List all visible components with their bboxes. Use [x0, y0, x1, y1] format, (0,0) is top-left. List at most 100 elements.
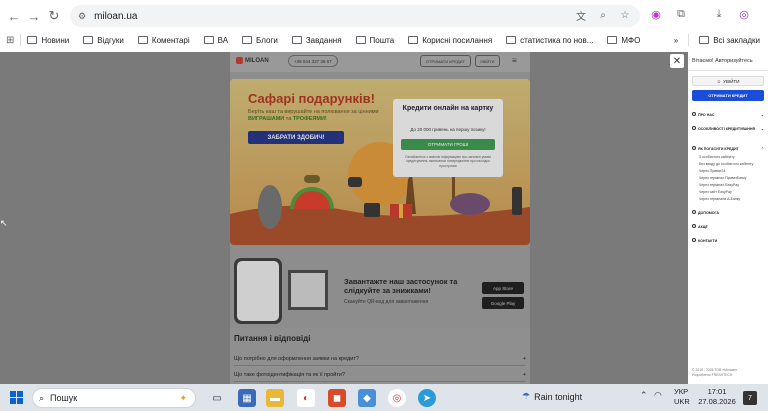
submenu-item[interactable]: Через сайт EasyPay [699, 190, 764, 194]
google-play-badge[interactable]: Google Play [482, 297, 524, 309]
calculator-icon[interactable]: ▦ [238, 389, 256, 407]
faq-item[interactable]: Що таке фотоідентифікація та як її пройт… [234, 368, 526, 382]
phone-number[interactable]: +38 044 337 36 67 [288, 55, 338, 67]
url-text[interactable]: miloan.ua [94, 11, 137, 22]
wallet-icon [692, 146, 696, 150]
submenu-item[interactable]: Через термінал ПриватБанку [699, 176, 764, 180]
submenu-item[interactable]: Через термінали А-Банку [699, 197, 764, 201]
bookmarks-bar: ⊞ Новини Відгуки Коментарі ВА Блоги Завд… [0, 30, 768, 50]
bookmark-folder[interactable]: Коментарі [137, 35, 190, 45]
app-promo: Завантажте наш застосунок та слідкуйте з… [230, 252, 530, 328]
bookmark-folder[interactable]: Пошта [355, 35, 395, 45]
app-promo-title: Завантажте наш застосунок та слідкуйте з… [344, 277, 458, 296]
close-icon[interactable]: ✕ [670, 54, 684, 68]
menu-kebab-icon[interactable]: ⋮ [761, 6, 768, 22]
telegram-icon[interactable]: ➤ [418, 389, 436, 407]
panel-login-button[interactable]: ☺ УВІЙТИ [692, 76, 764, 86]
menu-item-repay[interactable]: ЯК ПОГАСИТИ КРЕДИТ ⌃ [692, 146, 764, 151]
bookmark-label: Коментарі [151, 35, 190, 45]
extensions-icon[interactable]: ⧉ [673, 6, 689, 22]
menu-item-promos[interactable]: АКЦІЇ [692, 224, 764, 229]
bookmark-folder[interactable]: Завдання [291, 36, 342, 45]
folder-icon [408, 36, 419, 44]
faq-item[interactable]: Що потрібно для оформлення заявки на кре… [234, 352, 526, 366]
menu-item-features[interactable]: ОСОБЛИВОСТІ КРЕДИТУВАННЯ ⌄ [692, 126, 764, 131]
all-bookmarks[interactable]: Всі закладки [713, 36, 760, 45]
office-icon[interactable]: ◼ [328, 389, 346, 407]
task-view-icon[interactable]: ▭ [208, 389, 226, 407]
forward-icon[interactable]: → [24, 6, 44, 26]
banner-cta-button[interactable]: ЗАБРАТИ ЗДОБИЧ! [248, 131, 344, 144]
zoom-icon[interactable]: ⌕ [596, 8, 610, 22]
submenu-item[interactable]: Без входу до особистого кабінету [699, 162, 764, 166]
phone-mockup [234, 258, 282, 324]
bookmark-folder[interactable]: ВА [203, 36, 228, 45]
taskbar-search[interactable]: ⌕ Пошук ✦ [32, 388, 196, 408]
user-icon: ☺ [716, 78, 722, 84]
get-money-button[interactable]: ОТРИМАТИ ГРОШІ [401, 139, 495, 150]
translate-icon[interactable]: 文 [574, 8, 588, 23]
loan-card: Кредити онлайн на картку До 20 000 гриве… [393, 99, 503, 177]
bookmark-folder[interactable]: МФО [607, 36, 640, 45]
menu-item-help[interactable]: ДОПОМОГА [692, 210, 764, 215]
app-store-badge[interactable]: App Store [482, 282, 524, 294]
logo-text: MILOAN [245, 57, 269, 64]
copilot-icon[interactable]: ◐ [297, 389, 315, 407]
language-indicator[interactable]: УКР UKR [674, 387, 690, 407]
tray-chevron-icon[interactable]: ⌃ [640, 390, 648, 401]
notification-badge[interactable]: 7 [743, 391, 757, 405]
bookmark-folder[interactable]: Корисні посилання [408, 36, 492, 45]
menu-label: ЯК ПОГАСИТИ КРЕДИТ [692, 146, 739, 151]
submenu-item[interactable]: Через Приват24 [699, 169, 764, 173]
windows-start-icon[interactable] [10, 391, 23, 404]
clock[interactable]: 17:01 27.08.2026 [697, 387, 737, 407]
menu-item-about[interactable]: ПРО НАС ⌄ [692, 112, 764, 117]
bookmark-folder[interactable]: Відгуки [83, 36, 124, 45]
header-login-button[interactable]: УВІЙТИ [475, 55, 500, 67]
weather-widget[interactable]: ☂ Rain tonight [522, 391, 582, 402]
address-bar[interactable]: ⚙ miloan.ua 文 ⌕ ☆ [70, 5, 640, 27]
bookmark-label: Блоги [256, 35, 278, 45]
bookmark-label: статистика по нов... [520, 35, 594, 45]
store-icon[interactable]: ◆ [358, 389, 376, 407]
chrome-icon[interactable]: ◎ [388, 389, 406, 407]
banner-subtitle: Беріть каш та вирушайте на полювання за … [248, 109, 388, 123]
bookmark-folder[interactable]: Блоги [242, 36, 278, 45]
faq-title: Питання і відповіді [234, 334, 311, 343]
logo-mark-icon [236, 57, 243, 64]
keyboard-layout: UKR [674, 397, 690, 407]
phone-icon [692, 238, 696, 242]
hamburger-menu-icon[interactable]: ≡ [512, 56, 517, 65]
bookmark-star-icon[interactable]: ☆ [618, 8, 632, 22]
extension-color-icon[interactable]: ◉ [648, 6, 664, 22]
folder-icon [699, 36, 710, 44]
submenu-item[interactable]: Через термінал EasyPay [699, 183, 764, 187]
download-icon[interactable]: ⤓ [711, 6, 727, 22]
site-info-icon[interactable]: ⚙ [78, 11, 86, 22]
divider [20, 34, 22, 46]
site-logo[interactable]: MILOAN [236, 57, 269, 64]
menu-text: ЯК ПОГАСИТИ КРЕДИТ [698, 147, 739, 151]
bookmark-folder[interactable]: Новини [27, 36, 69, 45]
banner-title: Сафарі подарунків! [248, 91, 375, 106]
bookmark-label: Пошта [369, 35, 395, 45]
back-icon[interactable]: ← [4, 6, 24, 26]
profile-icon[interactable]: ◎ [736, 6, 752, 22]
menu-text: КОНТАКТИ [698, 239, 718, 243]
reload-icon[interactable]: ↻ [44, 6, 64, 26]
page-overlay[interactable]: MILOAN +38 044 337 36 67 ОТРИМАТИ КРЕДИТ… [0, 52, 768, 384]
file-explorer-icon[interactable]: ▬ [266, 389, 284, 407]
submenu-item[interactable]: З особистого кабінету [699, 155, 764, 159]
header-get-credit-button[interactable]: ОТРИМАТИ КРЕДИТ [420, 55, 471, 67]
chevron-right-icon[interactable]: » [674, 36, 678, 45]
card-subtitle: До 20 000 гривень на першу позику! [410, 127, 486, 132]
site-content: MILOAN +38 044 337 36 67 ОТРИМАТИ КРЕДИТ… [230, 52, 530, 384]
menu-label: АКЦІЇ [692, 224, 707, 229]
apps-grid-icon[interactable]: ⊞ [6, 35, 14, 46]
bookmark-folder[interactable]: статистика по нов... [506, 36, 593, 45]
wifi-icon[interactable]: ◠ [654, 390, 662, 401]
search-placeholder: Пошук [50, 393, 78, 403]
panel-get-credit-button[interactable]: ОТРИМАТИ КРЕДИТ [692, 90, 764, 101]
menu-item-contacts[interactable]: КОНТАКТИ [692, 238, 764, 243]
chevron-up-icon: ⌃ [760, 146, 764, 151]
